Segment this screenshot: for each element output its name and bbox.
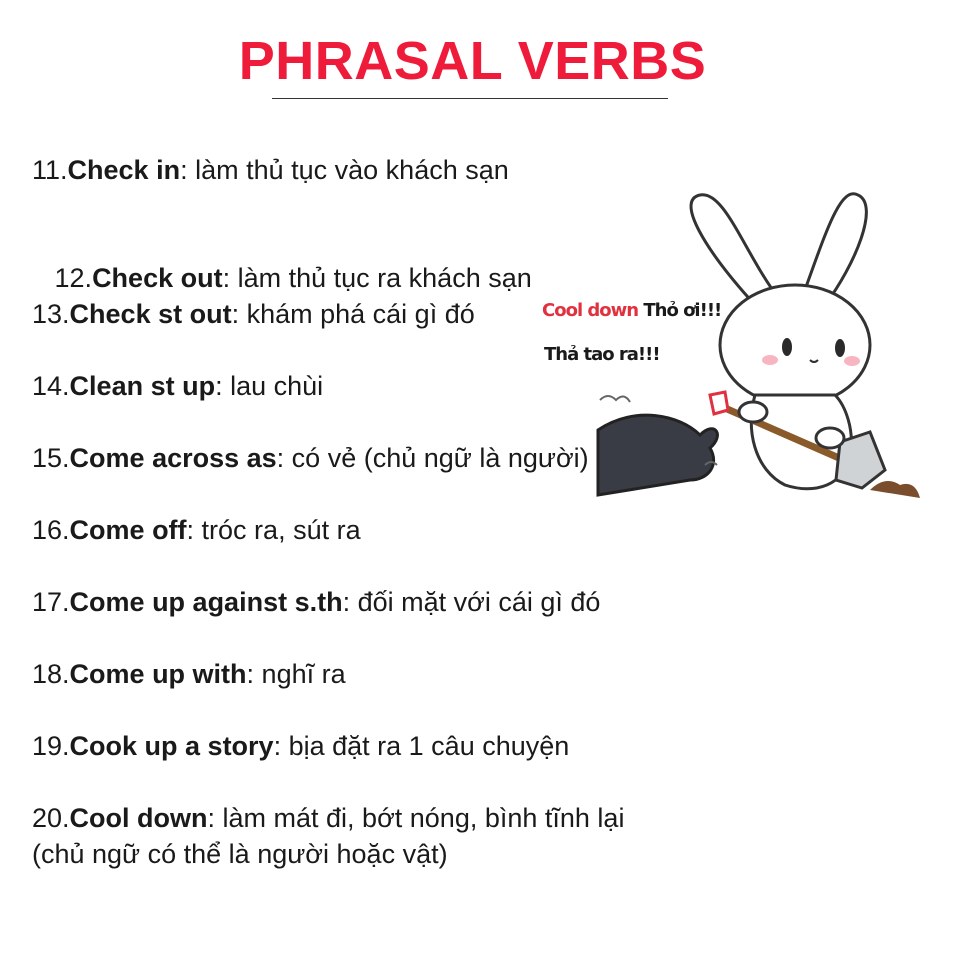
bunny-illustration: Cool down Thỏ ơi!!! Thả tao ra!!! <box>540 180 940 520</box>
speech-line-1: Cool down Thỏ ơi!!! <box>542 300 722 321</box>
item-meaning: : đối mặt với cái gì đó <box>342 587 601 617</box>
item-term: Check out <box>92 263 223 293</box>
item-term: Check st out <box>69 299 232 329</box>
item-meaning: : nghĩ ra <box>246 659 346 689</box>
item-term: Come across as <box>69 443 277 473</box>
item-term: Cook up a story <box>69 731 274 761</box>
item-number: 19. <box>32 731 70 761</box>
item-number: 14. <box>32 371 70 401</box>
item-term: Cool down <box>69 803 208 833</box>
item-number: 13. <box>32 299 70 329</box>
item-number: 20. <box>32 803 70 833</box>
title-underline <box>272 98 668 99</box>
list-item: 17.Come up against s.th: đối mặt với cái… <box>32 584 600 620</box>
item-term: Come up with <box>69 659 247 689</box>
item-number: 17. <box>32 587 70 617</box>
list-item: 14.Clean st up: lau chùi <box>32 368 323 404</box>
list-item: 19.Cook up a story: bịa đặt ra 1 câu chu… <box>32 728 569 764</box>
item-meaning: : khám phá cái gì đó <box>231 299 475 329</box>
item-number: 15. <box>32 443 70 473</box>
list-item: 15.Come across as: có vẻ (chủ ngữ là ngư… <box>32 440 589 476</box>
item-number: 12. <box>47 263 93 293</box>
list-item: 11.Check in: làm thủ tục vào khách sạn <box>32 152 509 188</box>
item-meaning: : làm thủ tục ra khách sạn <box>222 263 532 293</box>
item-meaning: : tróc ra, sút ra <box>186 515 361 545</box>
list-item: 18.Come up with: nghĩ ra <box>32 656 346 692</box>
item-term: Check in <box>67 155 181 185</box>
speech-line-2: Thả tao ra!!! <box>544 344 661 365</box>
speech-black-text: Thỏ ơi!!! <box>638 300 722 321</box>
item-term: Come up against s.th <box>69 587 343 617</box>
item-meaning: : làm mát đi, bớt nóng, bình tĩnh lại <box>207 803 625 833</box>
item-continuation: (chủ ngữ có thể là người hoặc vật) <box>32 839 448 869</box>
item-meaning: : bịa đặt ra 1 câu chuyện <box>273 731 570 761</box>
list-item: 13.Check st out: khám phá cái gì đó <box>32 296 475 332</box>
list-item: 12.Check out: làm thủ tục ra khách sạn <box>32 224 532 296</box>
item-meaning: : làm thủ tục vào khách sạn <box>180 155 509 185</box>
list-item: 20.Cool down: làm mát đi, bớt nóng, bình… <box>32 800 624 872</box>
item-term: Clean st up <box>69 371 216 401</box>
page-title: PHRASAL VERBS <box>238 31 707 91</box>
speech-red-text: Cool down <box>542 300 639 321</box>
item-number: 16. <box>32 515 70 545</box>
item-meaning: : lau chùi <box>215 371 324 401</box>
item-number: 18. <box>32 659 70 689</box>
list-item: 16.Come off: tróc ra, sút ra <box>32 512 361 548</box>
item-number: 11. <box>32 155 68 185</box>
item-term: Come off <box>69 515 187 545</box>
